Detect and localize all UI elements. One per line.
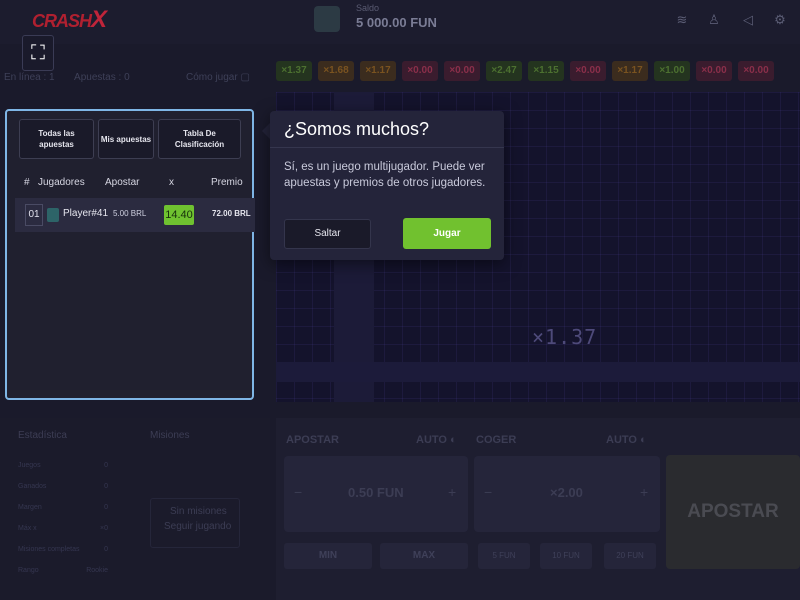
tab-all-bets[interactable]: Todas las apuestas [19,119,94,159]
top-bar: CRASHX Saldo 5 000.00 FUN ≋ ♙ ◁ ⚙ [0,0,800,44]
avatar[interactable] [314,6,340,32]
tab-my-bets[interactable]: Mis apuestas [98,119,154,159]
table-row: 01 Player#41 5.00 BRL 14.40 72.00 BRL [15,198,255,232]
col-players: Jugadores [38,177,85,188]
game-road-horizontal [276,362,800,382]
multiplier-chip: ×1.17 [360,61,396,81]
max-button[interactable]: MAX [380,543,468,569]
stat-value: Rookie [86,567,108,574]
auto-bet-label: AUTO [416,434,447,446]
wifi-icon[interactable]: ≋ [674,12,690,28]
cashout-minus-button[interactable]: − [484,484,492,500]
bet-minus-button[interactable]: − [294,484,302,500]
row-rank: 01 [25,204,43,226]
stat-value: 0 [104,504,108,511]
multiplier-chip: ×0.00 [402,61,438,81]
cashout-label: COGER [476,434,517,446]
stat-value: 0 [104,483,108,490]
game-multiplier: ×1.37 [532,325,598,349]
multiplier-chip: ×0.00 [696,61,732,81]
place-bet-button[interactable]: APOSTAR [666,455,800,569]
col-multiplier: x [169,177,174,188]
stat-label: Misiones completas [18,546,80,553]
settings-icon[interactable]: ⚙ [772,12,788,28]
missions-title: Misiones [150,430,190,441]
cashout-field[interactable]: − ×2.00 + [474,456,660,532]
popup-text: Sí, es un juego multijugador. Puede ver … [284,161,486,189]
logo-text: CRASH [32,11,92,31]
stat-label: Máx x [18,525,37,532]
cashout-plus-button[interactable]: + [640,484,648,500]
row-bet: 5.00 BRL [113,209,147,218]
stats-title: Estadística [18,430,67,441]
stat-label: Ganados [18,483,47,490]
multiplier-chip: ×1.17 [612,61,648,81]
logo: CRASHX [32,6,107,34]
multiplier-chip: ×1.15 [528,61,564,81]
multiplier-chip: ×0.00 [738,61,774,81]
multiplier-chip: ×0.00 [570,61,606,81]
fullscreen-button[interactable]: ⛶ [22,35,54,71]
popup-divider [270,147,504,148]
stat-value: 0 [104,546,108,553]
multiplier-chip: ×1.68 [318,61,354,81]
min-button[interactable]: MIN [284,543,372,569]
player-avatar [47,208,59,222]
bet-label: APOSTAR [286,434,339,446]
bet-plus-button[interactable]: + [448,484,456,500]
auto-bet-toggle[interactable]: AUTO ◐ [416,434,457,446]
col-prize: Premio [211,177,243,188]
online-count: En línea : 1 [4,72,55,83]
info-icon: ▢ [240,72,250,83]
how-to-play-label: Cómo jugar [186,72,238,83]
keep-playing: Seguir jugando [164,521,232,532]
quick-20-button[interactable]: 20 FUN [604,543,656,569]
popup-title: ¿Somos muchos? [284,119,430,139]
quick-10-button[interactable]: 10 FUN [540,543,592,569]
row-player-name: Player#41 [63,208,109,219]
toggle-icon: ◐ [640,434,647,446]
col-number: # [24,177,30,188]
bets-count: Apuestas : 0 [74,72,130,83]
auto-cashout-label: AUTO [606,434,637,446]
stat-label: Juegos [18,462,41,469]
balance-label: Saldo [356,3,380,13]
toggle-icon: ◐ [450,434,457,446]
how-to-play-link[interactable]: Cómo jugar ▢ [186,72,250,83]
stats-panel: Estadística Misiones Juegos 0 Ganados 0 Marg… [0,418,270,600]
play-button[interactable]: Jugar [403,218,491,249]
multiplier-chip: ×2.47 [486,61,522,81]
auto-cashout-toggle[interactable]: AUTO ◐ [606,434,647,446]
multiplier-chip: ×1.37 [276,61,312,81]
fullscreen-icon: ⛶ [31,42,45,64]
quick-5-button[interactable]: 5 FUN [478,543,530,569]
stat-label: Rango [18,567,39,574]
col-bet: Apostar [105,177,140,188]
balance-value: 5 000.00 FUN [356,15,437,30]
sound-icon[interactable]: ◁ [740,12,756,28]
bet-amount-field[interactable]: − 0.50 FUN + [284,456,468,532]
cashout-value: ×2.00 [550,485,583,500]
row-prize: 72.00 BRL [212,209,251,218]
row-multiplier-badge: 14.40 [164,205,194,225]
online-stats: En línea : 1 Apuestas : 0 [4,72,130,83]
skip-button[interactable]: Saltar [284,219,371,249]
multiplier-chip: ×1.00 [654,61,690,81]
bet-amount-value: 0.50 FUN [348,485,404,500]
stat-value: ×0 [100,525,108,532]
tab-leaderboard[interactable]: Tabla De Clasificación [158,119,241,159]
multiplier-chip: ×0.00 [444,61,480,81]
leaderboard-panel: Todas las apuestas Mis apuestas Tabla De… [5,109,255,400]
stat-label: Margen [18,504,42,511]
tutorial-popup: ¿Somos muchos? Sí, es un juego multijuga… [270,111,504,260]
stat-value: 0 [104,462,108,469]
user-icon[interactable]: ♙ [706,12,722,28]
logo-x: X [91,6,107,33]
multiplier-history: ×1.37 ×1.68 ×1.17 ×0.00 ×0.00 ×2.47 ×1.15 ×0.00… [276,60,800,82]
no-missions: Sin misiones [170,506,227,517]
